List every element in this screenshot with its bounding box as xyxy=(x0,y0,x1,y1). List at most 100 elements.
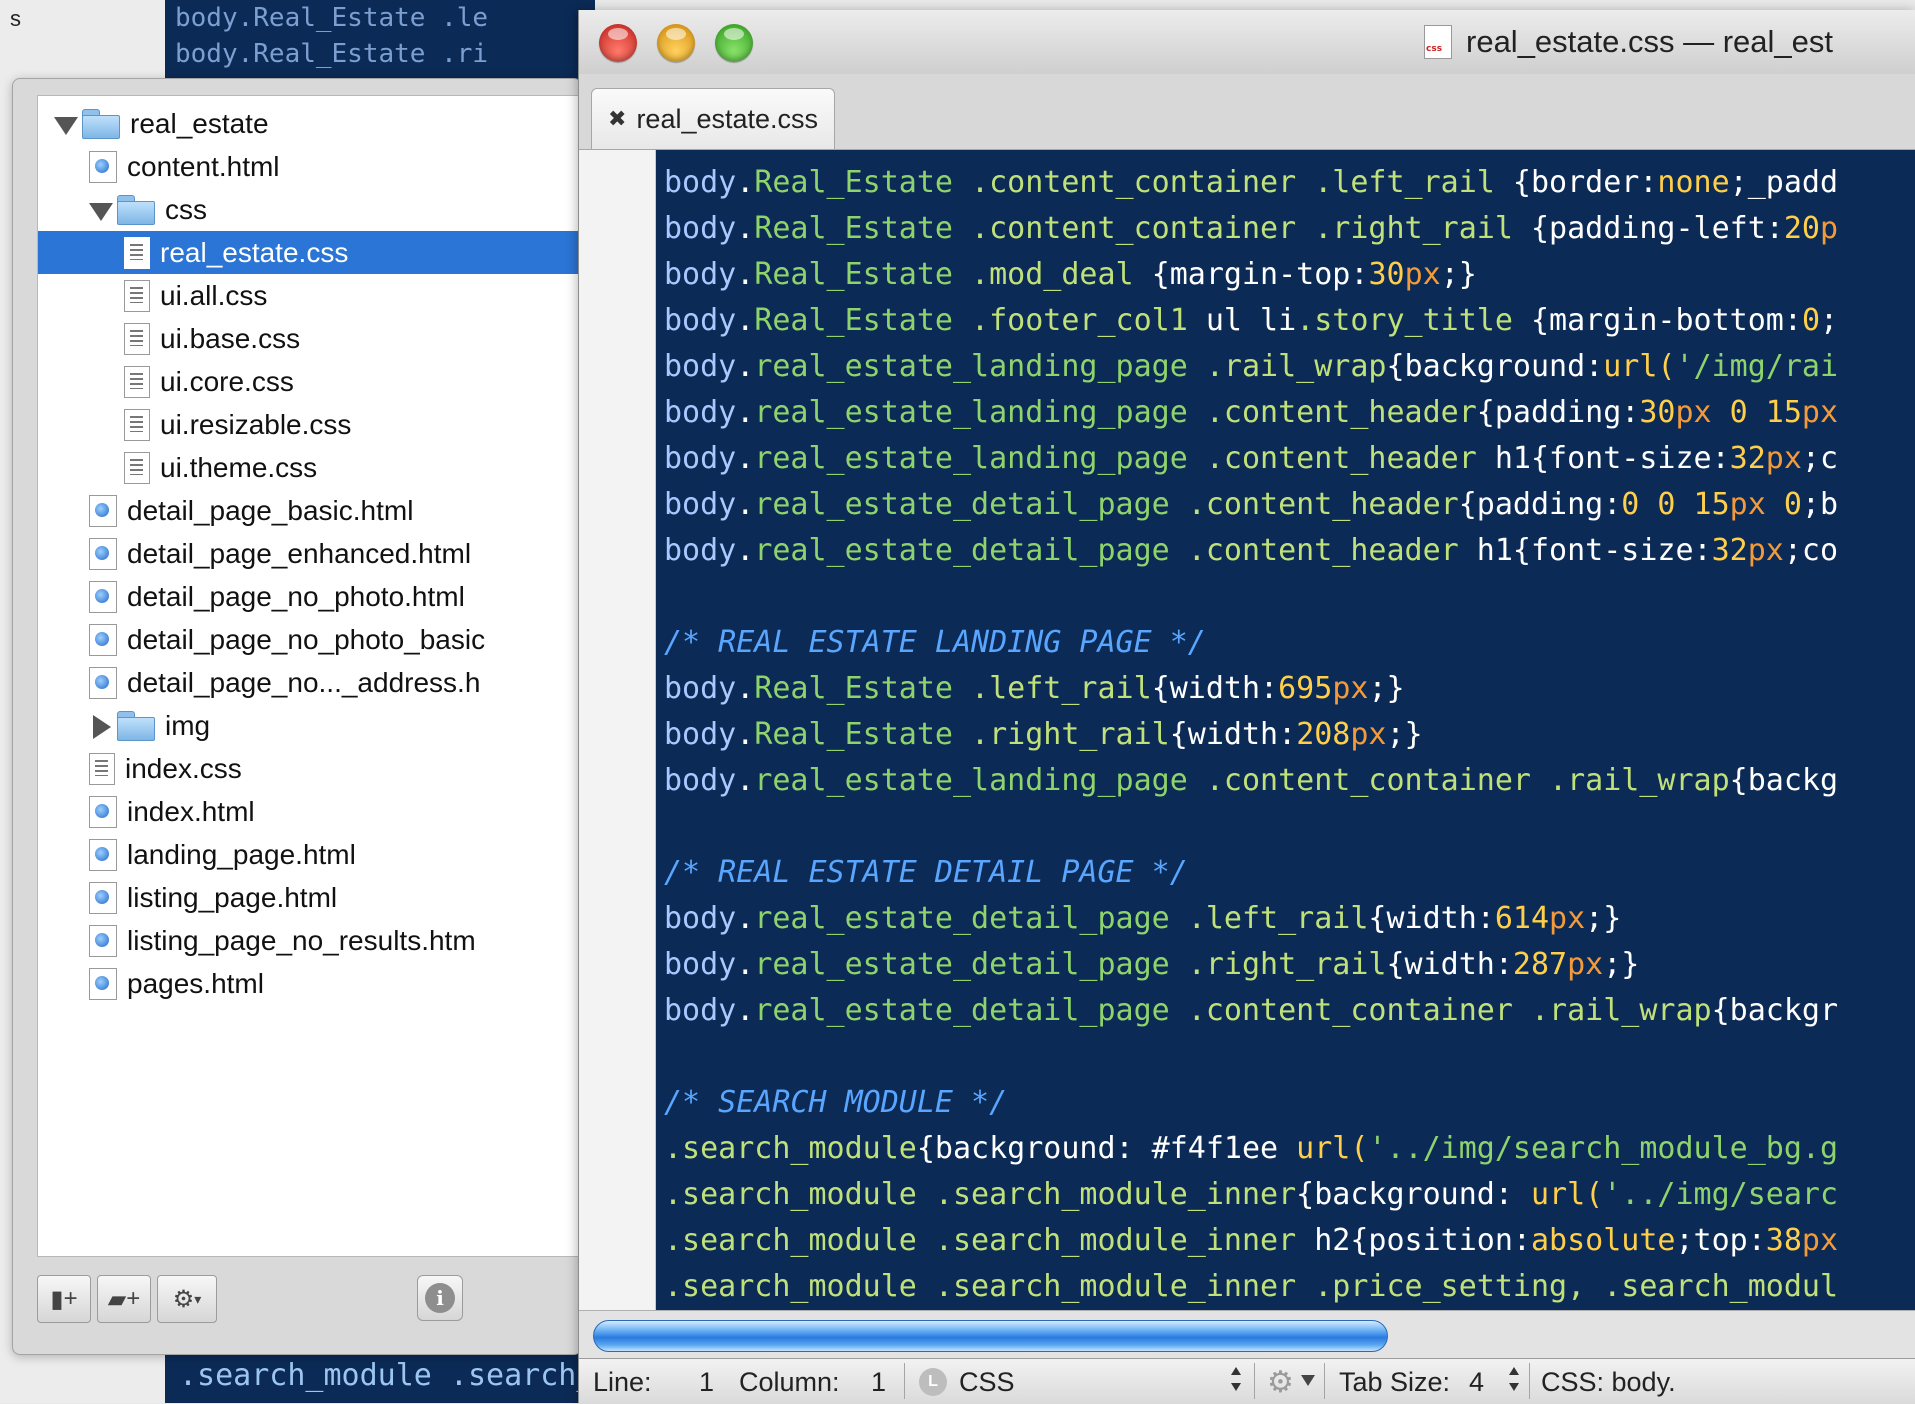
tree-file-row[interactable]: detail_page_basic.html xyxy=(38,489,583,532)
code-line: body.real_estate_detail_page .left_rail{… xyxy=(664,896,1838,942)
disclosure-open-icon[interactable] xyxy=(89,199,113,221)
code-token: {width: xyxy=(1169,717,1297,752)
tree-item-label: img xyxy=(165,709,211,741)
code-token: {background: xyxy=(1386,349,1604,384)
code-token: real_estate_detail_page xyxy=(754,901,1170,936)
code-token: body xyxy=(664,441,737,476)
code-line: body.real_estate_landing_page .rail_wrap… xyxy=(664,344,1838,390)
tree-file-row[interactable]: index.css xyxy=(38,747,583,790)
code-token: . xyxy=(736,487,755,522)
code-line: body.real_estate_landing_page .content_c… xyxy=(664,758,1838,804)
symbol-selector[interactable]: CSS: body. xyxy=(1541,1367,1676,1398)
code-token: .mod_deal xyxy=(953,257,1152,292)
code-token: body xyxy=(664,211,737,246)
tab-size-popup-arrows-icon[interactable] xyxy=(1507,1365,1521,1395)
tree-file-row[interactable]: detail_page_no..._address.h xyxy=(38,661,583,704)
action-menu-button[interactable]: ⚙ ▾ xyxy=(157,1275,217,1323)
zoom-window-button[interactable] xyxy=(715,24,753,62)
tree-folder-row[interactable]: real_estate xyxy=(38,102,583,145)
code-token: real_estate_detail_page xyxy=(754,487,1170,522)
code-token: real_estate_landing_page xyxy=(754,441,1188,476)
code-token: .search_module .search_module_inner xyxy=(664,1223,1315,1258)
tab-label: real_estate.css xyxy=(636,103,819,134)
disclosure-closed-icon[interactable] xyxy=(89,714,111,739)
code-token: .content_container .rail_wrap xyxy=(1169,993,1712,1028)
code-editor[interactable]: body.Real_Estate .content_container .lef… xyxy=(656,150,1915,1310)
tree-file-row[interactable]: ui.resizable.css xyxy=(38,403,583,446)
tab-size-value[interactable]: 4 xyxy=(1469,1367,1484,1398)
language-popup-arrows-icon[interactable] xyxy=(1229,1365,1243,1395)
tab-size-label[interactable]: Tab Size: xyxy=(1339,1367,1450,1398)
tree-file-row[interactable]: ui.all.css xyxy=(38,274,583,317)
code-line: body.real_estate_detail_page .content_co… xyxy=(664,988,1838,1034)
title-bar[interactable]: css real_estate.css — real_est xyxy=(579,10,1915,75)
minimize-window-button[interactable] xyxy=(657,24,695,62)
code-token: px xyxy=(1801,1223,1839,1258)
tree-item-label: ui.theme.css xyxy=(160,451,318,483)
scrollbar-thumb[interactable] xyxy=(593,1320,1388,1352)
html-file-icon xyxy=(89,838,117,871)
file-tree[interactable]: real_estate content.html css real_estate.cs… xyxy=(37,95,584,1257)
new-folder-button[interactable]: ▰ + xyxy=(97,1275,151,1323)
editor-window: css real_estate.css — real_est ✖ real_es… xyxy=(578,10,1915,1404)
tree-file-row[interactable]: landing_page.html xyxy=(38,833,583,876)
code-token: 38 xyxy=(1765,1223,1802,1258)
code-token: . xyxy=(736,533,755,568)
folder-icon xyxy=(117,710,155,741)
tree-file-row[interactable]: detail_page_enhanced.html xyxy=(38,532,583,575)
background-code-line: body.Real_Estate .le xyxy=(175,3,489,33)
tree-file-row[interactable]: index.html xyxy=(38,790,583,833)
close-tab-icon[interactable]: ✖ xyxy=(608,106,626,132)
line-value: 1 xyxy=(699,1367,715,1397)
tree-folder-row[interactable]: css xyxy=(38,188,583,231)
tab-strip: ✖ real_estate.css xyxy=(579,74,1915,150)
tree-file-row[interactable]: detail_page_no_photo_basic xyxy=(38,618,583,661)
status-divider xyxy=(1324,1363,1325,1399)
code-token: absolute xyxy=(1530,1223,1676,1258)
code-token: body xyxy=(664,257,737,292)
css-file-icon xyxy=(124,236,150,269)
tree-item-label: detail_page_no_photo.html xyxy=(127,580,465,612)
tree-file-row[interactable]: listing_page_no_results.htm xyxy=(38,919,583,962)
code-token: 15 xyxy=(1765,395,1802,430)
code-token: px xyxy=(1747,533,1784,568)
close-window-button[interactable] xyxy=(599,24,637,62)
tree-file-row[interactable]: real_estate.css xyxy=(38,231,583,274)
tree-item-label: ui.core.css xyxy=(160,365,294,397)
code-token: url( xyxy=(1603,349,1676,384)
new-file-button[interactable]: ▮ + xyxy=(37,1275,91,1323)
html-file-icon xyxy=(89,623,117,656)
code-token: 0 xyxy=(1765,487,1802,522)
code-token: px xyxy=(1404,257,1441,292)
tree-file-row[interactable]: detail_page_no_photo.html xyxy=(38,575,583,618)
tree-file-row[interactable]: ui.core.css xyxy=(38,360,583,403)
tree-file-row[interactable]: content.html xyxy=(38,145,583,188)
info-button[interactable]: i xyxy=(417,1275,463,1321)
folder-icon xyxy=(117,194,155,225)
code-token: . xyxy=(736,671,755,706)
tree-file-row[interactable]: ui.theme.css xyxy=(38,446,583,489)
folder-icon xyxy=(82,108,120,139)
code-token: h1{font-size: xyxy=(1494,441,1730,476)
info-icon: i xyxy=(425,1283,455,1313)
disclosure-open-icon[interactable] xyxy=(54,113,78,135)
code-token: 695 xyxy=(1278,671,1333,706)
tree-item-label: detail_page_no..._address.h xyxy=(127,666,481,698)
tab-real-estate-css[interactable]: ✖ real_estate.css xyxy=(591,88,836,149)
code-line: body.Real_Estate .mod_deal {margin-top:3… xyxy=(664,252,1838,298)
chevron-down-icon[interactable] xyxy=(1301,1375,1315,1386)
line-number-gutter[interactable] xyxy=(579,150,656,1310)
tree-file-row[interactable]: listing_page.html xyxy=(38,876,583,919)
new-file-plus: + xyxy=(63,1285,78,1312)
code-token: real_estate_landing_page xyxy=(754,395,1188,430)
code-token: ;} xyxy=(1603,947,1640,982)
code-line: body.Real_Estate .left_rail{width:695px;… xyxy=(664,666,1838,712)
code-token: . xyxy=(736,303,755,338)
horizontal-scrollbar[interactable] xyxy=(579,1310,1915,1359)
language-selector[interactable]: CSS xyxy=(959,1367,1015,1398)
code-token: . xyxy=(736,993,755,1028)
tree-folder-row[interactable]: img xyxy=(38,704,583,747)
tree-file-row[interactable]: pages.html xyxy=(38,962,583,1005)
gear-icon[interactable]: ⚙ xyxy=(1267,1365,1294,1400)
tree-file-row[interactable]: ui.base.css xyxy=(38,317,583,360)
